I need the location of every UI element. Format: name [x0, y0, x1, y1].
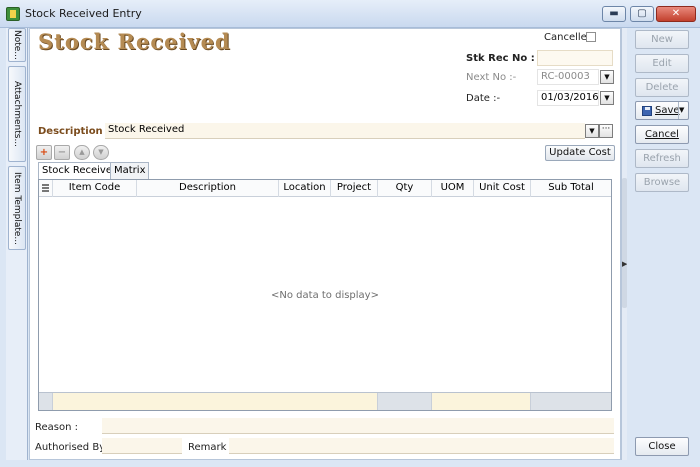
close-button[interactable]: Close	[635, 437, 689, 456]
move-down-button[interactable]: ▼	[93, 145, 109, 160]
browse-button[interactable]: Browse	[635, 173, 689, 192]
column-uom[interactable]: UOM	[432, 180, 474, 197]
form-panel: Stock Received Cancelled Stk Rec No : Ne…	[29, 28, 621, 460]
save-button-label: Save	[655, 105, 680, 116]
tab-matrix[interactable]: Matrix	[110, 162, 150, 179]
grid-empty-message: <No data to display>	[271, 290, 379, 301]
description-label: Description :-	[38, 126, 115, 137]
update-cost-button[interactable]: Update Cost	[545, 145, 615, 161]
move-up-button[interactable]: ▲	[74, 145, 90, 160]
column-location[interactable]: Location	[279, 180, 331, 197]
title-bar: Stock Received Entry ▬ ▢ ✕	[0, 0, 700, 28]
column-project[interactable]: Project	[331, 180, 378, 197]
column-item-code[interactable]: Item Code	[53, 180, 137, 197]
date-label: Date :-	[466, 93, 501, 104]
side-tab-note-label: Note...	[12, 30, 22, 60]
next-no-label: Next No :-	[466, 72, 517, 83]
reason-input[interactable]	[102, 418, 614, 434]
detail-grid[interactable]: Item Code Description Location Project Q…	[38, 179, 612, 411]
next-no-dropdown-button[interactable]: ▼	[600, 70, 614, 84]
column-description[interactable]: Description	[137, 180, 279, 197]
page-title: Stock Received	[38, 29, 231, 54]
footer-subtotal-total	[531, 393, 611, 410]
remark-input[interactable]	[229, 438, 614, 454]
footer-qty-total	[378, 393, 432, 410]
side-tab-attachments-label: Attachments...	[12, 80, 22, 148]
row-indicator-header	[39, 180, 53, 197]
authorised-by-input[interactable]	[102, 438, 182, 454]
grid-header: Item Code Description Location Project Q…	[39, 180, 611, 197]
column-qty[interactable]: Qty	[378, 180, 432, 197]
row-indicator-icon	[42, 184, 49, 192]
app-icon	[6, 7, 20, 21]
save-dropdown-button[interactable]: ▼	[678, 102, 689, 119]
add-row-button[interactable]: +	[36, 145, 52, 160]
footer-cell	[39, 393, 53, 410]
date-input[interactable]: 01/03/2016	[537, 90, 599, 106]
side-tab-note[interactable]: Note...	[8, 28, 26, 62]
side-tab-strip: Note... Attachments... Item Template...	[6, 28, 28, 460]
footer-cell	[432, 393, 531, 410]
minimize-button[interactable]: ▬	[602, 6, 626, 22]
cancelled-checkbox[interactable]	[586, 32, 596, 42]
stk-rec-no-label: Stk Rec No :	[466, 53, 535, 64]
side-tab-item-template[interactable]: Item Template...	[8, 166, 26, 250]
cancel-button[interactable]: Cancel	[635, 125, 689, 144]
next-no-input[interactable]: RC-00003	[537, 69, 599, 85]
side-tab-item-template-label: Item Template...	[12, 171, 22, 245]
grid-footer	[39, 392, 611, 410]
refresh-button[interactable]: Refresh	[635, 149, 689, 168]
footer-cell	[53, 393, 378, 410]
date-picker-button[interactable]: ▼	[600, 91, 614, 105]
remove-row-button[interactable]: −	[54, 145, 70, 160]
column-unit-cost[interactable]: Unit Cost	[474, 180, 531, 197]
action-pane: New Edit Delete Save ▼ Cancel Refresh Br…	[627, 28, 700, 460]
description-more-button[interactable]: ···	[599, 124, 613, 138]
close-window-button[interactable]: ✕	[656, 6, 696, 22]
reason-label: Reason :	[35, 422, 78, 433]
remark-label: Remark :	[188, 442, 233, 453]
description-dropdown-button[interactable]: ▼	[585, 124, 599, 138]
maximize-button[interactable]: ▢	[630, 6, 654, 22]
stk-rec-no-input[interactable]	[537, 50, 613, 66]
window-title: Stock Received Entry	[25, 7, 142, 20]
side-tab-attachments[interactable]: Attachments...	[8, 66, 26, 162]
new-button[interactable]: New	[635, 30, 689, 49]
authorised-by-label: Authorised By :	[35, 442, 112, 453]
edit-button[interactable]: Edit	[635, 54, 689, 73]
save-icon	[642, 106, 652, 116]
description-input[interactable]: Stock Received	[105, 123, 585, 139]
delete-button[interactable]: Delete	[635, 78, 689, 97]
save-button[interactable]: Save ▼	[635, 101, 689, 120]
column-sub-total[interactable]: Sub Total	[531, 180, 611, 197]
